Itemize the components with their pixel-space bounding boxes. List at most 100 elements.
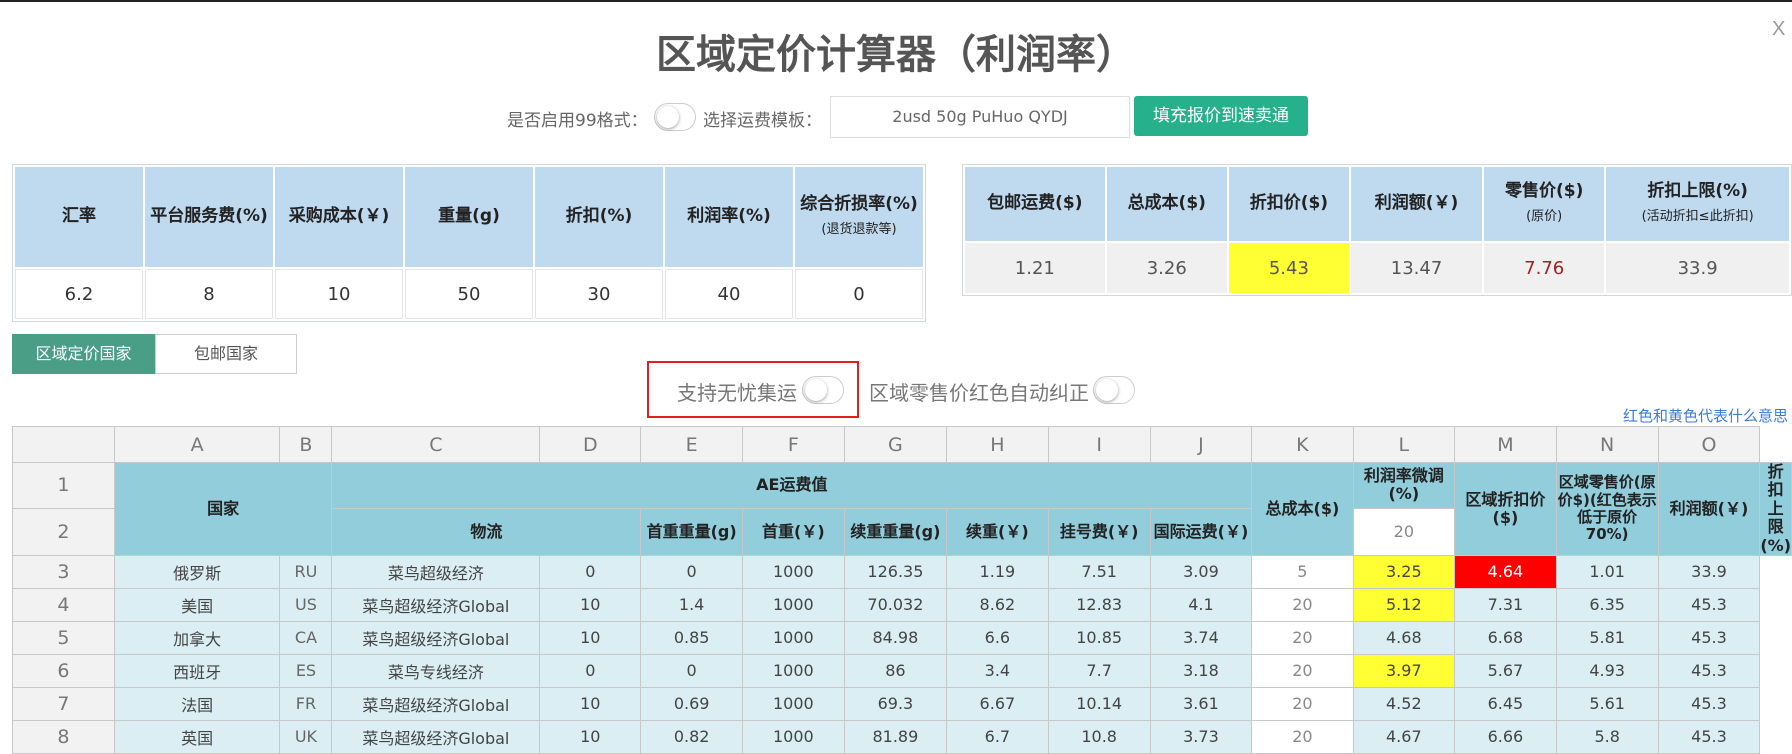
col-letter: J [1149, 426, 1253, 463]
col-letter: L [1352, 426, 1456, 463]
discount-limit-cell: 45.3 [1657, 620, 1761, 655]
row-number: 7 [12, 686, 115, 721]
margin-input[interactable]: 40 [665, 269, 793, 319]
row-number: 3 [12, 554, 115, 589]
reg-fee-header: 挂号费(￥) [1047, 507, 1151, 556]
discount-input[interactable]: 30 [535, 269, 663, 319]
intl-fee-cell: 10.14 [1047, 686, 1151, 721]
retail-price-value: 7.76 [1484, 243, 1605, 293]
weight-input[interactable]: 50 [405, 269, 533, 319]
loss-rate-input[interactable]: 0 [795, 269, 923, 319]
toggle-knob [1096, 379, 1118, 401]
margin-adjust-cell[interactable]: 20 [1251, 719, 1354, 754]
enable99-toggle[interactable] [654, 103, 696, 131]
reg-fee-cell: 8.62 [946, 587, 1049, 622]
region-pricing-tab[interactable]: 区域定价国家 [12, 334, 155, 374]
first-price-cell: 0.82 [640, 719, 743, 754]
region-country-input[interactable]: 包邮国家 [155, 334, 297, 374]
table-row: 4 美国 US 菜鸟超级经济Global 10 1.4 1000 70.032 8.62 12.8… [12, 587, 1792, 622]
total-cost-cell: 3.18 [1149, 653, 1253, 688]
discount-limit-cell: 45.3 [1657, 587, 1761, 622]
first-price-cell: 0 [640, 554, 743, 589]
col-letter: N [1555, 426, 1659, 463]
exchange-rate-input[interactable]: 6.2 [15, 269, 143, 319]
col-letter: O [1657, 426, 1761, 463]
intl-fee-cell: 10.85 [1047, 620, 1151, 655]
cont-price-cell: 126.35 [843, 554, 948, 589]
cont-weight-cell: 1000 [741, 719, 845, 754]
discount-limit-cell: 45.3 [1657, 653, 1761, 688]
ae-fee-header: AE运费值 [331, 462, 1253, 509]
cont-weight-cell: 1000 [741, 620, 845, 655]
top-border [0, 0, 1792, 2]
first-price-cell: 0.69 [640, 686, 743, 721]
region-retail-cell: 5.67 [1454, 653, 1557, 688]
margin-adjust-cell[interactable]: 20 [1251, 653, 1354, 688]
margin-adjust-cell[interactable]: 5 [1251, 554, 1354, 589]
code-cell: UK [279, 719, 333, 754]
logistics-cell: 菜鸟超级经济Global [331, 686, 541, 721]
first-weight-cell: 0 [539, 653, 642, 688]
discount-limit-cell: 45.3 [1657, 719, 1761, 754]
cont-price-cell: 84.98 [843, 620, 948, 655]
logistics-cell: 菜鸟超级经济Global [331, 719, 541, 754]
cont-weight-header: 续重重量(g) [843, 507, 948, 556]
service-fee-input[interactable]: 8 [145, 269, 273, 319]
margin-adjust-cell[interactable]: 20 [1251, 587, 1354, 622]
region-discount-header: 区域折扣价($) [1454, 462, 1557, 556]
region-retail-cell: 4.64 [1454, 554, 1557, 589]
enable99-label: 是否启用99格式： [507, 111, 648, 131]
first-weight-cell: 10 [539, 719, 642, 754]
intl-fee-cell: 12.83 [1047, 587, 1151, 622]
first-weight-header: 首重重量(g) [640, 507, 743, 556]
profit-value: 13.47 [1350, 243, 1483, 293]
fill-quote-button[interactable]: 填充报价到速卖通 [1134, 96, 1308, 136]
row-number: 8 [12, 719, 115, 754]
region-discount-cell: 5.12 [1352, 587, 1456, 622]
result-header: 折扣价($) [1228, 167, 1349, 241]
cont-weight-cell: 1000 [741, 653, 845, 688]
first-weight-cell: 10 [539, 587, 642, 622]
col-letter: H [946, 426, 1049, 463]
col-letter: E [640, 426, 743, 463]
auto-correct-toggle[interactable] [1093, 376, 1135, 404]
cont-price-cell: 81.89 [843, 719, 948, 754]
margin-adjust-default[interactable]: 20 [1352, 507, 1456, 556]
col-letter: A [113, 426, 281, 463]
cont-weight-cell: 1000 [741, 587, 845, 622]
country-cell: 俄罗斯 [113, 554, 281, 589]
table-row: 5 加拿大 CA 菜鸟超级经济Global 10 0.85 1000 84.98 6.6 10.8… [12, 620, 1792, 655]
region-retail-header: 区域零售价(原价$)(红色表示低于原价70%) [1555, 462, 1659, 556]
intl-fee-cell: 7.51 [1047, 554, 1151, 589]
worry-free-toggle[interactable] [802, 376, 844, 404]
purchase-cost-input[interactable]: 10 [275, 269, 403, 319]
table-row: 7 法国 FR 菜鸟超级经济Global 10 0.69 1000 69.3 6.67 10.14… [12, 686, 1792, 721]
reg-fee-cell: 6.67 [946, 686, 1049, 721]
code-cell: RU [279, 554, 333, 589]
col-letter: D [539, 426, 642, 463]
country-cell: 法国 [113, 686, 281, 721]
result-header: 总成本($) [1106, 167, 1227, 241]
margin-adjust-cell[interactable]: 20 [1251, 686, 1354, 721]
sheet-body: 3 俄罗斯 RU 菜鸟超级经济 0 0 1000 126.35 1.19 7.51 3.09 5 3.2… [12, 554, 1792, 754]
reg-fee-cell: 6.6 [946, 620, 1049, 655]
cont-price-cell: 69.3 [843, 686, 948, 721]
logistics-cell: 菜鸟超级经济Global [331, 620, 541, 655]
region-retail-cell: 6.45 [1454, 686, 1557, 721]
profit-cell: 5.8 [1555, 719, 1659, 754]
region-retail-cell: 6.66 [1454, 719, 1557, 754]
color-hint-link[interactable]: 红色和黄色代表什么意思 [1623, 405, 1788, 426]
shipping-fee-value: 1.21 [965, 243, 1105, 293]
code-cell: FR [279, 686, 333, 721]
input-header: 汇率 [15, 167, 143, 267]
country-cell: 西班牙 [113, 653, 281, 688]
country-cell: 美国 [113, 587, 281, 622]
cont-price-cell: 70.032 [843, 587, 948, 622]
margin-adjust-cell[interactable]: 20 [1251, 620, 1354, 655]
input-header: 采购成本(￥) [275, 167, 403, 267]
template-select[interactable]: 2usd 50g PuHuo QYDJ [830, 96, 1130, 138]
region-discount-cell: 3.97 [1352, 653, 1456, 688]
control-row: 是否启用99格式： 选择运费模板： 2usd 50g PuHuo QYDJ 填充… [0, 96, 1792, 138]
col-letter: B [279, 426, 333, 463]
logistics-header: 物流 [331, 507, 642, 556]
